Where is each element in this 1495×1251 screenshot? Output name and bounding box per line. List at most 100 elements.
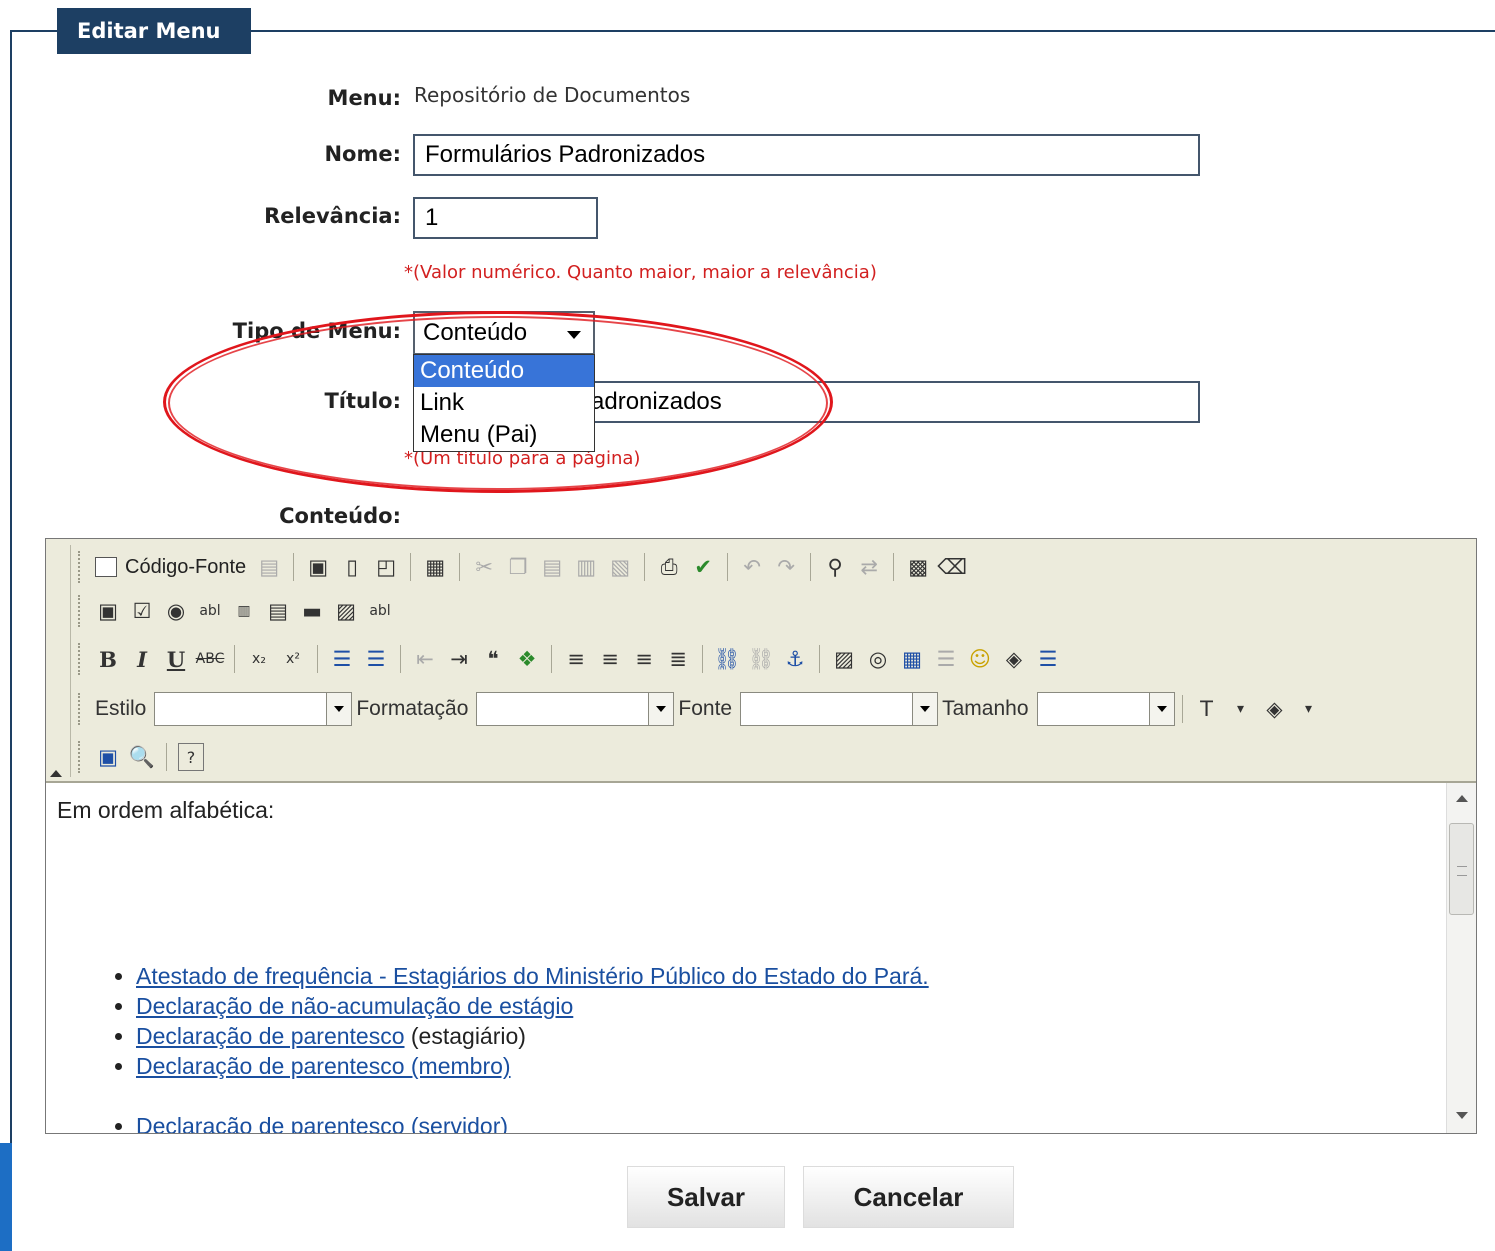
align-center-icon[interactable]: ≡ <box>593 642 627 676</box>
radio-icon[interactable]: ◉ <box>159 594 193 628</box>
editor-scrollbar[interactable] <box>1446 783 1476 1133</box>
document-link[interactable]: Atestado de frequência - Estagiários do … <box>136 963 929 989</box>
list-item: Declaração de parentesco (estagiário) <box>136 1021 929 1051</box>
ordered-list-icon[interactable]: ☰ <box>325 642 359 676</box>
undo-icon[interactable]: ↶ <box>735 550 769 584</box>
document-link[interactable]: Declaração de parentesco (membro) <box>136 1053 511 1079</box>
outdent-icon[interactable]: ⇤ <box>408 642 442 676</box>
chevron-down-icon[interactable] <box>912 693 938 725</box>
unordered-list-icon[interactable]: ☰ <box>359 642 393 676</box>
editor-content[interactable]: Em ordem alfabética: Atestado de frequên… <box>46 783 1444 1133</box>
page-break-icon[interactable]: ☰ <box>1031 642 1065 676</box>
remove-format-icon[interactable]: ⌫ <box>935 550 969 584</box>
document-link[interactable]: Declaração de não-acumulação de estágio <box>136 993 573 1019</box>
special-char-icon[interactable]: ◈ <box>997 642 1031 676</box>
template-icon[interactable]: ▦ <box>418 550 452 584</box>
relevancia-input[interactable]: 1 <box>413 197 598 239</box>
replace-icon[interactable]: ⇄ <box>852 550 886 584</box>
underline-icon[interactable]: U <box>159 642 193 676</box>
bold-icon[interactable]: B <box>91 642 125 676</box>
chevron-down-icon[interactable] <box>648 693 674 725</box>
chevron-down-icon[interactable] <box>326 693 352 725</box>
formatacao-combo[interactable] <box>476 692 675 726</box>
chevron-down-icon[interactable]: ▾ <box>1224 692 1258 726</box>
blockquote-icon[interactable]: ❝ <box>476 642 510 676</box>
spellcheck-icon[interactable]: ✔ <box>686 550 720 584</box>
strike-icon[interactable]: ABC <box>193 642 227 676</box>
image-icon[interactable]: ▨ <box>827 642 861 676</box>
text-color-icon[interactable]: T <box>1190 692 1224 726</box>
table-icon[interactable]: ▦ <box>895 642 929 676</box>
justify-icon[interactable]: ≣ <box>661 642 695 676</box>
source-icon <box>95 557 117 577</box>
tamanho-combo[interactable] <box>1036 692 1175 726</box>
list-item: Atestado de frequência - Estagiários do … <box>136 961 929 991</box>
align-left-icon[interactable]: ≡ <box>559 642 593 676</box>
italic-icon[interactable]: I <box>125 642 159 676</box>
form-icon[interactable]: ▣ <box>91 594 125 628</box>
scroll-down-icon[interactable] <box>1456 1112 1468 1119</box>
estilo-combo[interactable] <box>154 692 353 726</box>
select-icon[interactable]: ▤ <box>261 594 295 628</box>
document-link[interactable]: Declaração de parentesco <box>136 1023 405 1049</box>
editor-toolbar: Código-Fonte ▤ ▣ ▯ ◰ ▦ ✂ ❐ ▤ ▥ ▧ ⎙ ✔ ↶ ↷… <box>46 539 1476 783</box>
align-right-icon[interactable]: ≡ <box>627 642 661 676</box>
preview-icon[interactable]: ◰ <box>369 550 403 584</box>
toolbar-row-5: ▣ 🔍 ? <box>78 737 204 777</box>
horizontal-rule-icon[interactable]: ☰ <box>929 642 963 676</box>
flash-icon[interactable]: ◎ <box>861 642 895 676</box>
smiley-icon[interactable]: ☺ <box>963 642 997 676</box>
textarea-icon[interactable]: ▥ <box>227 594 261 628</box>
select-all-icon[interactable]: ▩ <box>901 550 935 584</box>
content-intro: Em ordem alfabética: <box>57 797 275 823</box>
link-suffix: (estagiário) <box>404 1023 526 1049</box>
checkbox-icon[interactable]: ☑ <box>125 594 159 628</box>
indent-icon[interactable]: ⇥ <box>442 642 476 676</box>
scroll-thumb[interactable] <box>1449 823 1474 915</box>
bg-color-icon[interactable]: ◈ <box>1258 692 1292 726</box>
show-blocks-icon[interactable]: 🔍 <box>125 740 159 774</box>
scroll-up-icon[interactable] <box>1456 795 1468 802</box>
source-button[interactable]: Código-Fonte <box>91 550 252 584</box>
about-icon[interactable]: ? <box>178 743 204 771</box>
save-button[interactable]: Salvar <box>627 1166 785 1228</box>
relevancia-note: *(Valor numérico. Quanto maior, maior a … <box>404 262 877 283</box>
fieldset-legend: Editar Menu <box>57 8 251 54</box>
rich-text-editor[interactable]: Código-Fonte ▤ ▣ ▯ ◰ ▦ ✂ ❐ ▤ ▥ ▧ ⎙ ✔ ↶ ↷… <box>45 538 1477 1134</box>
chevron-down-icon[interactable]: ▾ <box>1292 692 1326 726</box>
paste-word-icon[interactable]: ▧ <box>603 550 637 584</box>
redo-icon[interactable]: ↷ <box>769 550 803 584</box>
cut-icon[interactable]: ✂ <box>467 550 501 584</box>
new-page-icon[interactable]: ▯ <box>335 550 369 584</box>
subscript-icon[interactable]: x₂ <box>242 642 276 676</box>
chevron-down-icon[interactable] <box>1148 693 1174 725</box>
button-icon[interactable]: ▬ <box>295 594 329 628</box>
superscript-icon[interactable]: x² <box>276 642 310 676</box>
save-icon[interactable]: ▣ <box>301 550 335 584</box>
cancel-button[interactable]: Cancelar <box>803 1166 1014 1228</box>
anchor-icon[interactable]: ⚓ <box>778 642 812 676</box>
hidden-field-icon[interactable]: abl <box>363 594 397 628</box>
copy-icon[interactable]: ❐ <box>501 550 535 584</box>
paste-icon[interactable]: ▤ <box>535 550 569 584</box>
print-icon[interactable]: ⎙ <box>652 550 686 584</box>
find-icon[interactable]: ⚲ <box>818 550 852 584</box>
textfield-icon[interactable]: abl <box>193 594 227 628</box>
link-icon[interactable]: ⛓ <box>710 642 744 676</box>
toolbar-collapse[interactable] <box>46 539 71 783</box>
nome-input[interactable]: Formulários Padronizados <box>413 134 1200 176</box>
maximize-icon[interactable]: ▣ <box>91 740 125 774</box>
document-link[interactable]: Declaração de parentesco (servidor) <box>136 1113 508 1133</box>
toolbar-row-3: B I U ABC x₂ x² ☰ ☰ ⇤ ⇥ ❝ ❖ ≡ ≡ ≡ ≣ ⛓ ⛓ … <box>78 639 1065 679</box>
templates-icon[interactable]: ▤ <box>252 550 286 584</box>
div-icon[interactable]: ❖ <box>510 642 544 676</box>
nome-label: Nome: <box>324 142 401 166</box>
toolbar-row-4: Estilo Formatação Fonte Tamanho T ▾ ◈ ▾ <box>78 689 1326 729</box>
formatacao-label: Formatação <box>356 697 469 720</box>
fonte-combo[interactable] <box>740 692 939 726</box>
image-button-icon[interactable]: ▨ <box>329 594 363 628</box>
unlink-icon[interactable]: ⛓ <box>744 642 778 676</box>
paste-text-icon[interactable]: ▥ <box>569 550 603 584</box>
list-item: Declaração de parentesco (servidor) <box>136 1111 929 1133</box>
collapse-icon[interactable] <box>50 770 62 777</box>
